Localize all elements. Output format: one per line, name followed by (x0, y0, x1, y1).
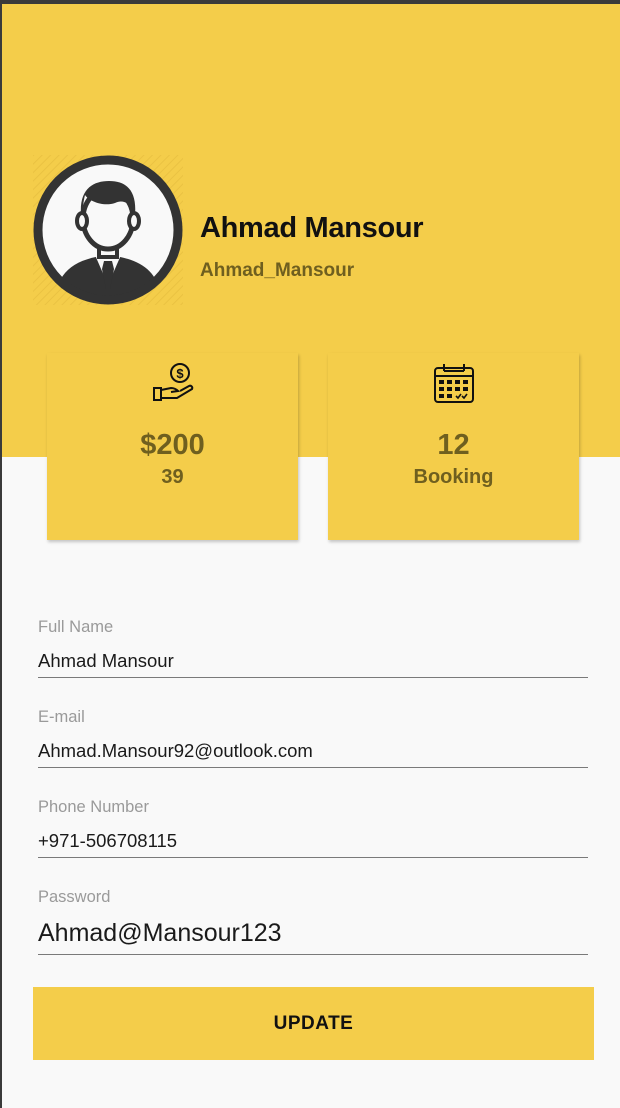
email-label: E-mail (38, 708, 85, 726)
phone-input[interactable] (38, 830, 588, 858)
earnings-card[interactable]: $ $200 39 (47, 353, 298, 540)
full-name-label: Full Name (38, 618, 114, 636)
password-field: Password (38, 888, 588, 955)
user-avatar-icon (33, 155, 183, 305)
svg-text:$: $ (176, 366, 184, 381)
password-label: Password (38, 888, 111, 906)
bookings-card[interactable]: 12 Booking (328, 353, 579, 540)
earnings-value: $200 (140, 429, 205, 461)
earnings-subtext: 39 (161, 466, 184, 488)
profile-username: Ahmad_Mansour (200, 260, 355, 281)
email-input[interactable] (38, 740, 588, 768)
bookings-value: 12 (437, 429, 470, 461)
update-button[interactable]: UPDATE (33, 987, 594, 1060)
bookings-label: Booking (413, 466, 494, 488)
phone-label: Phone Number (38, 798, 149, 816)
email-field: E-mail (38, 708, 588, 768)
profile-name: Ahmad Mansour (200, 212, 424, 244)
password-input[interactable] (38, 919, 588, 955)
money-hand-icon: $ (47, 359, 298, 407)
phone-field: Phone Number (38, 798, 588, 858)
calendar-icon (328, 359, 579, 407)
full-name-input[interactable] (38, 650, 588, 678)
avatar[interactable] (33, 155, 183, 305)
full-name-field: Full Name (38, 618, 588, 678)
